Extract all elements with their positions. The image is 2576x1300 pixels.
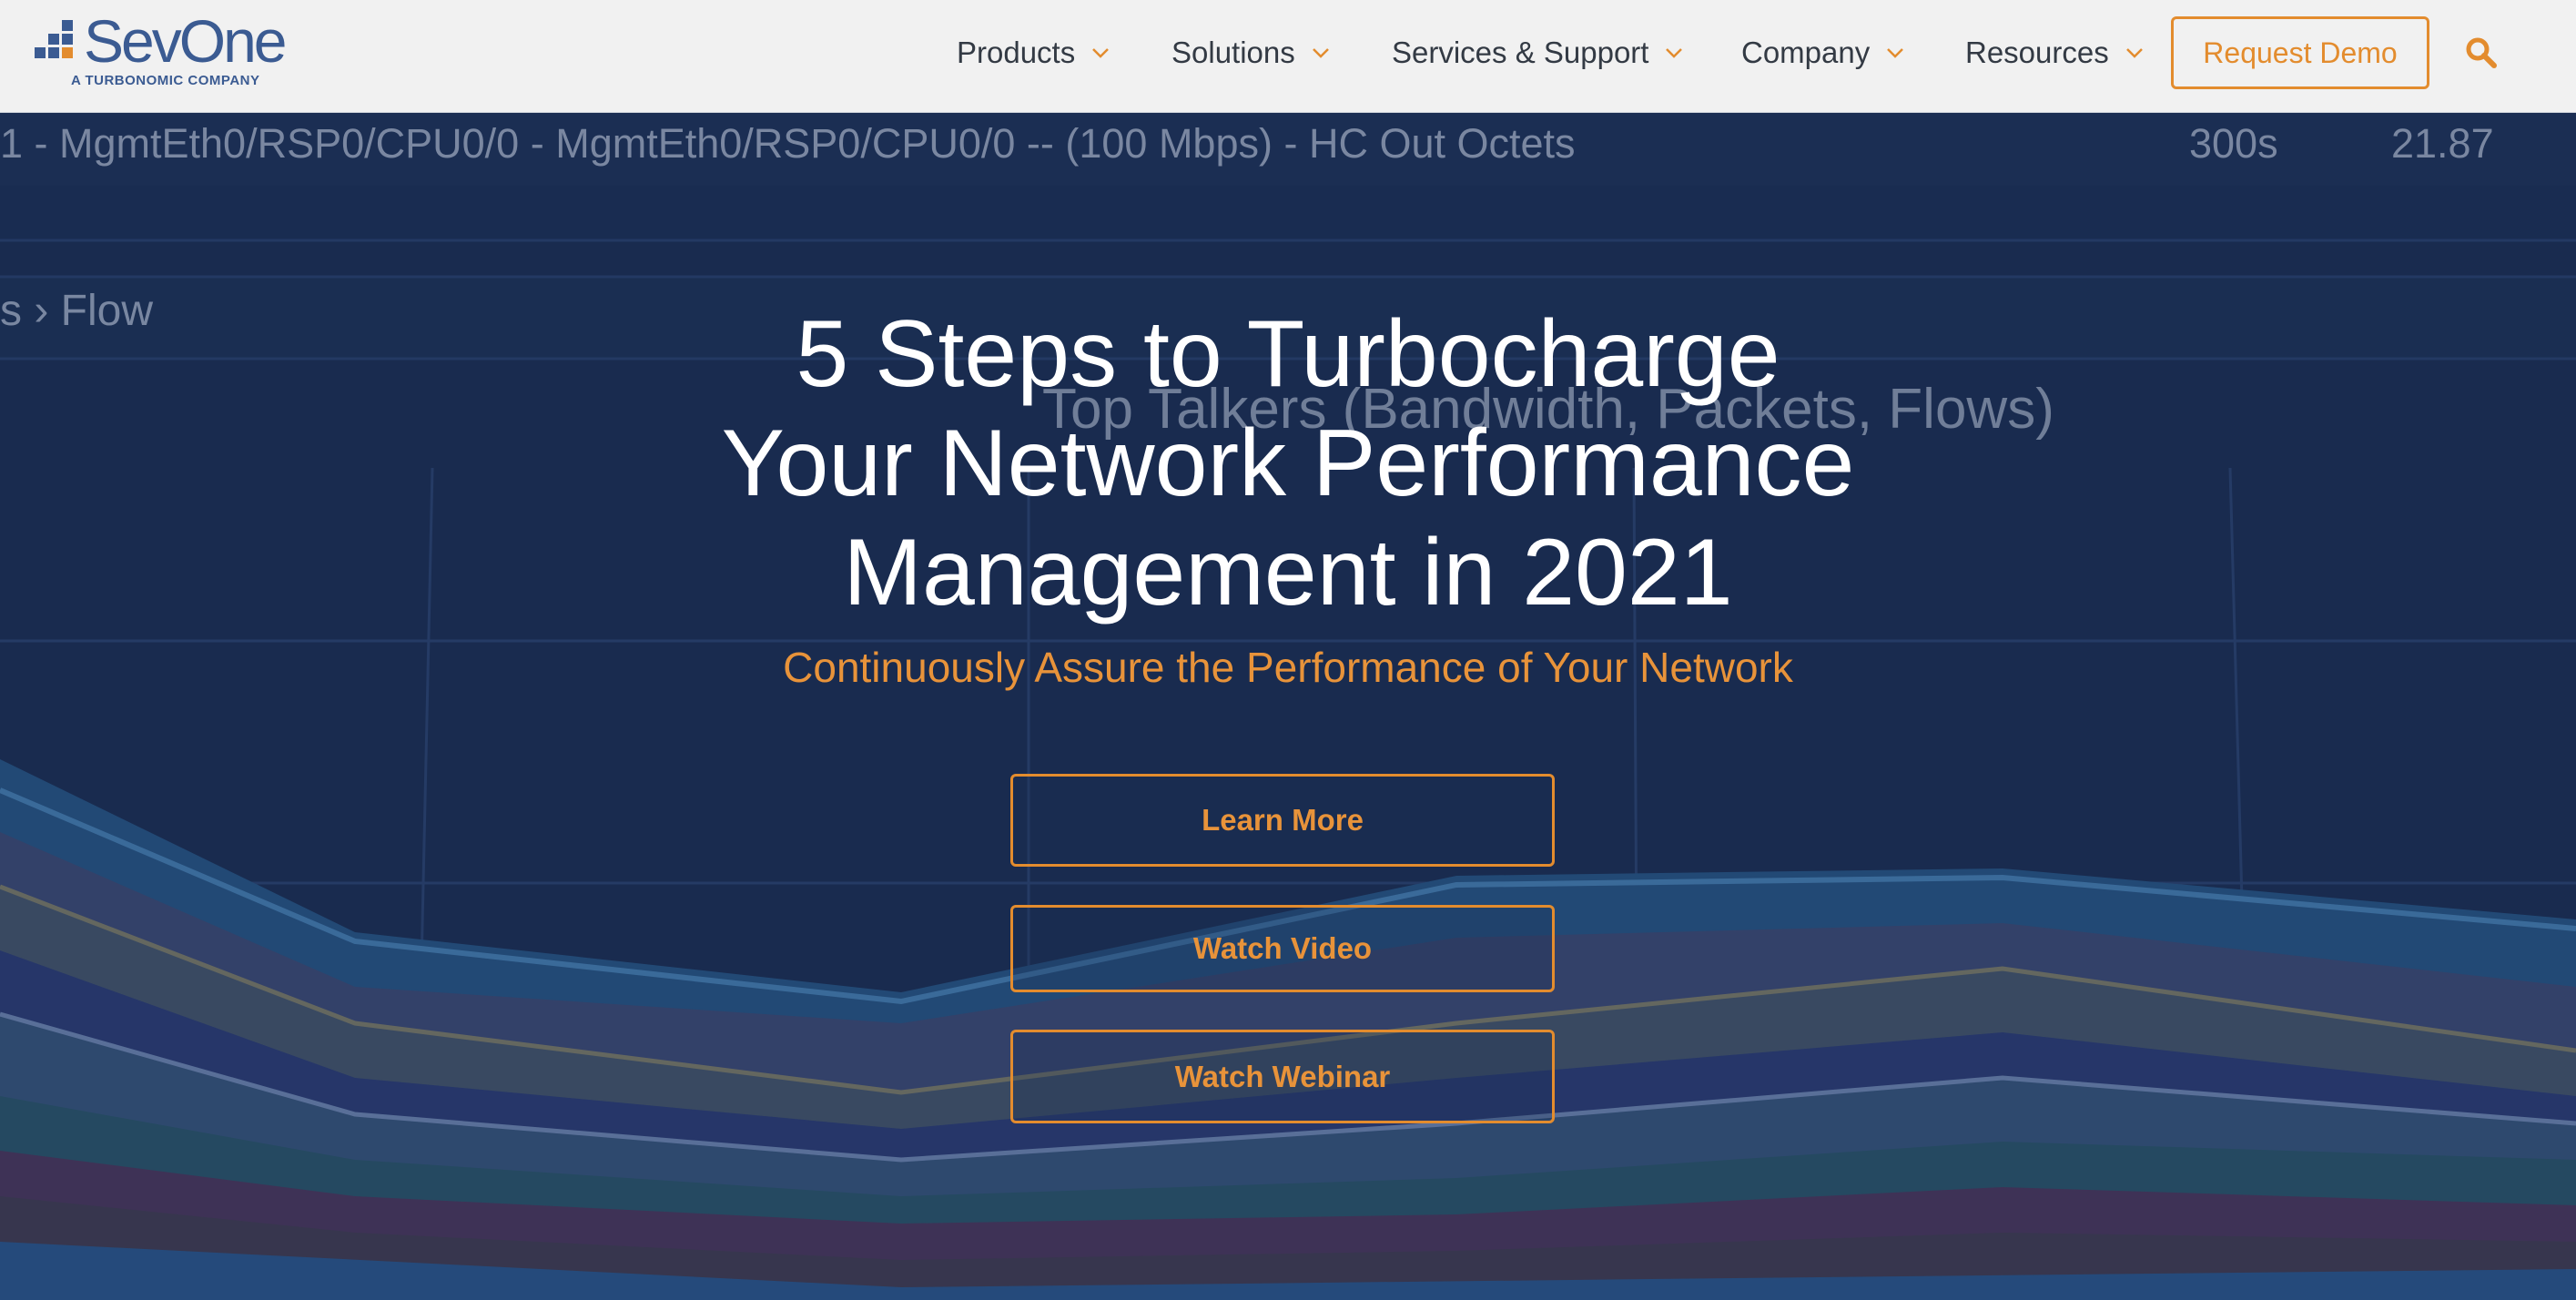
- chevron-down-icon: [1887, 48, 1904, 58]
- sevone-logo[interactable]: SevOne A TURBONOMIC COMPANY: [35, 11, 308, 93]
- learn-more-button[interactable]: Learn More: [1010, 774, 1555, 867]
- headline-line-2: Your Network Performance: [721, 411, 1855, 516]
- site-header: SevOne A TURBONOMIC COMPANY Products Sol…: [0, 0, 2576, 113]
- logo-wordmark: SevOne: [84, 7, 287, 75]
- hero-headline: 5 Steps to Turbocharge Your Network Perf…: [469, 300, 2107, 627]
- search-icon[interactable]: [2463, 35, 2500, 71]
- nav-label: Company: [1741, 36, 1871, 69]
- nav-label: Resources: [1965, 36, 2109, 69]
- chevron-down-icon: [1312, 48, 1329, 58]
- background-interface-row: 1 - MgmtEth0/RSP0/CPU0/0 - MgmtEth0/RSP0…: [0, 120, 1576, 167]
- nav-services-support[interactable]: Services & Support: [1392, 35, 1683, 71]
- background-breadcrumb: s › Flow: [0, 287, 153, 335]
- hero-subheadline: Continuously Assure the Performance of Y…: [783, 644, 1793, 691]
- nav-label: Solutions: [1171, 36, 1295, 69]
- nav-resources[interactable]: Resources: [1965, 35, 2144, 71]
- background-value: 21.87: [2391, 120, 2494, 167]
- chevron-down-icon: [1092, 48, 1110, 58]
- chevron-down-icon: [1666, 48, 1683, 58]
- nav-label: Products: [957, 36, 1076, 69]
- nav-label: Services & Support: [1392, 36, 1649, 69]
- headline-line-1: 5 Steps to Turbocharge: [796, 301, 1780, 407]
- background-interval: 300s: [2189, 120, 2278, 167]
- chevron-down-icon: [2125, 48, 2143, 58]
- request-demo-button[interactable]: Request Demo: [2171, 16, 2429, 89]
- watch-video-button[interactable]: Watch Video: [1010, 905, 1555, 992]
- logo-tagline: A TURBONOMIC COMPANY: [71, 73, 260, 88]
- watch-webinar-button[interactable]: Watch Webinar: [1010, 1030, 1555, 1123]
- logo-squares-icon: [35, 20, 73, 58]
- headline-line-3: Management in 2021: [843, 520, 1733, 625]
- nav-products[interactable]: Products: [957, 35, 1110, 71]
- nav-solutions[interactable]: Solutions: [1171, 35, 1330, 71]
- hero-section: 1 - MgmtEth0/RSP0/CPU0/0 - MgmtEth0/RSP0…: [0, 113, 2576, 1300]
- nav-company[interactable]: Company: [1741, 35, 1904, 71]
